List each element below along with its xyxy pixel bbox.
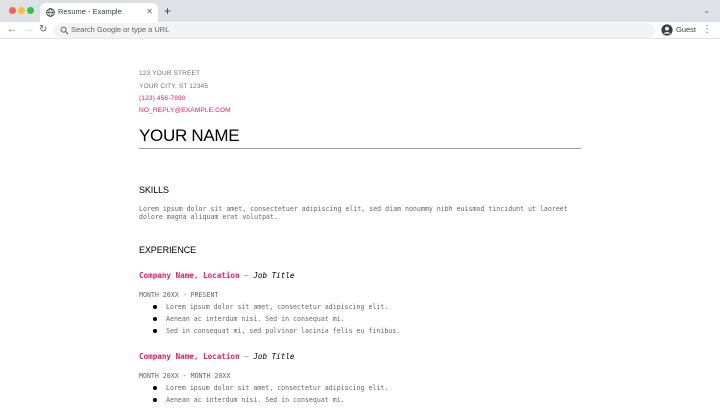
search-icon [60,26,69,35]
browser-tab-strip: Resume - Example ✕ + ⌄ [0,0,720,22]
bullet-text: Lorem ipsum dolor sit amet, consectetur … [166,384,389,392]
bullet-text: Aenean ac interdum nisi. Sed in consequa… [166,315,345,323]
experience-heading: EXPERIENCE [139,245,197,255]
page-viewport[interactable]: 123 YOUR STREET YOUR CITY, ST 12345 (123… [0,40,720,414]
tab-title: Resume - Example [58,7,122,16]
job-separator: — [239,352,254,361]
job-dates: MONTH 20XX - PRESENT [139,291,219,299]
list-item: Aenean ac interdum nisi. Sed in consequa… [139,396,581,408]
browser-menu-icon[interactable]: ⋮ [702,23,712,37]
new-tab-button[interactable]: + [164,5,171,17]
bullet-icon [153,317,157,321]
profile-label: Guest [676,25,697,34]
resume-name: YOUR NAME [139,126,240,145]
window-zoom-button[interactable] [27,7,34,14]
name-divider [139,148,581,149]
bullet-text: Lorem ipsum dolor sit amet, consectetur … [166,303,389,311]
job-separator: — [239,271,254,280]
skills-heading: SKILLS [139,185,169,195]
tab-search-chevron-icon[interactable]: ⌄ [703,6,710,15]
tab-close-icon[interactable]: ✕ [146,7,153,17]
account-icon [661,24,673,36]
job-title: Job Title [253,271,295,280]
job-heading: Company Name, Location — Job Title [139,271,294,280]
globe-icon [46,8,55,17]
list-item: Lorem ipsum dolor sit amet, consectetur … [139,303,581,315]
back-button[interactable]: ← [7,23,17,37]
address-bar-placeholder: Search Google or type a URL [71,25,170,34]
browser-tab-active[interactable]: Resume - Example ✕ [40,3,158,22]
bullet-text: Aenean ac interdum nisi. Sed in consequa… [166,396,345,404]
bullet-text: Sed in consequat mi, sed pulvinar lacini… [166,327,401,335]
contact-email: NO_REPLY@EXAMPLE.COM [139,107,231,114]
job-bullet-list: Lorem ipsum dolor sit amet, consectetur … [139,303,581,339]
bullet-icon [153,398,157,402]
address-bar[interactable]: Search Google or type a URL [54,23,655,38]
contact-city: YOUR CITY, ST 12345 [139,83,209,90]
job-company: Company Name, Location [139,352,240,361]
browser-toolbar: ← → ↻ Search Google or type a URL Guest … [0,22,720,39]
forward-button[interactable]: → [23,23,33,37]
job-bullet-list: Lorem ipsum dolor sit amet, consectetur … [139,384,581,408]
skills-text: Lorem ipsum dolor sit amet, consectetuer… [139,205,568,221]
contact-street: 123 YOUR STREET [139,70,201,77]
job-title: Job Title [253,352,295,361]
bullet-icon [153,329,157,333]
list-item: Aenean ac interdum nisi. Sed in consequa… [139,315,581,327]
window-close-button[interactable] [9,7,16,14]
bullet-icon [153,305,157,309]
contact-phone: (123) 456-7890 [139,95,186,102]
job-dates: MONTH 20XX - MONTH 20XX [139,372,231,380]
reload-button[interactable]: ↻ [39,23,47,37]
bullet-icon [153,386,157,390]
job-heading: Company Name, Location — Job Title [139,352,294,361]
list-item: Lorem ipsum dolor sit amet, consectetur … [139,384,581,396]
job-company: Company Name, Location [139,271,240,280]
window-minimize-button[interactable] [18,7,25,14]
list-item: Sed in consequat mi, sed pulvinar lacini… [139,327,581,339]
